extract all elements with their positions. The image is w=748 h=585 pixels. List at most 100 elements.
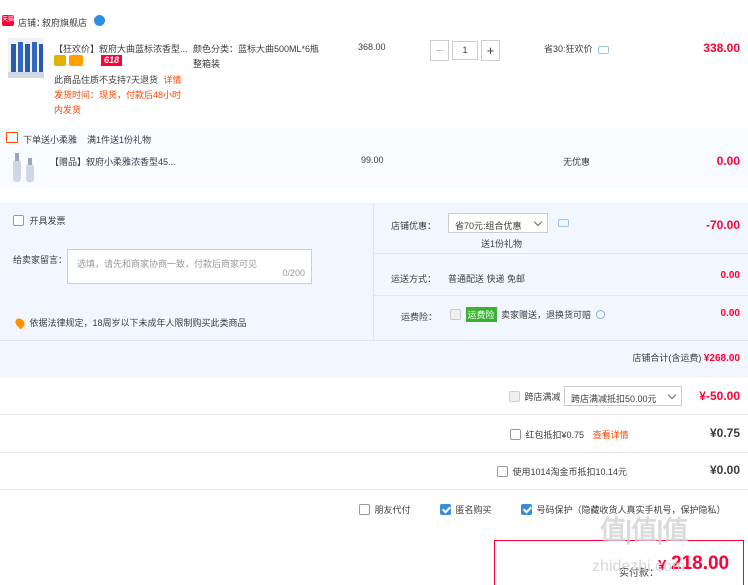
invoice-option[interactable]: 开具发票	[13, 214, 66, 227]
sku-label: 颜色分类：	[193, 44, 239, 54]
red-packet-amount: ¥0.75	[709, 426, 740, 440]
sku-value-line2: 整箱装	[193, 59, 221, 69]
anonymous-label: 匿名购买	[455, 505, 492, 515]
gift-tag: 【赠品】	[50, 157, 87, 167]
panel-divider-vertical	[373, 203, 374, 340]
gift-price: 99.00	[361, 155, 384, 165]
discount-sub: 送1份礼物	[481, 239, 523, 249]
panel-divider-h3	[0, 340, 748, 341]
message-label: 给卖家留言：	[13, 255, 68, 265]
gift-name-line[interactable]: 【赠品】叙府小柔雅浓香型45...	[50, 155, 176, 168]
gift-title: 下单送小柔雅	[23, 135, 78, 145]
insurance-badge: 运费险	[465, 307, 497, 322]
insurance-info-icon[interactable]	[595, 310, 605, 319]
insurance-text: 卖家赠送，退换货可赔	[501, 310, 592, 320]
badge-618: 618	[101, 55, 123, 66]
qty-minus-button[interactable]: −	[430, 40, 449, 61]
discount-select[interactable]: 省70元:组合优惠	[448, 213, 548, 233]
friend-pay-option: 朋友代付	[359, 503, 411, 516]
cross-store-amount: ¥-50.00	[699, 389, 740, 403]
discount-label: 店铺优惠：	[391, 221, 437, 231]
insurance-label: 运费险：	[401, 312, 438, 322]
panel-divider-h2	[374, 295, 748, 296]
panel-divider-h1	[374, 253, 748, 254]
shop-total-amount: ¥268.00	[703, 353, 740, 364]
product-image[interactable]	[8, 38, 44, 78]
insurance-checkbox[interactable]	[450, 309, 461, 320]
invoice-label: 开具发票	[29, 216, 66, 226]
divider	[0, 414, 748, 415]
number-protect-checkbox[interactable]	[521, 504, 532, 515]
shipping-value: 普通配送 快递 免邮	[448, 274, 526, 284]
qty-plus-button[interactable]: +	[481, 40, 500, 61]
shop-total: 店铺合计(含运费) ¥268.00	[632, 351, 740, 364]
item-notice: 此商品住质不支持7天退货 详情	[54, 73, 182, 86]
item-tag: 【狂欢价】	[54, 44, 100, 54]
gift-bottles-icon	[13, 153, 34, 182]
item-title-line[interactable]: 【狂欢价】叙府大曲蓝标浓香型...	[54, 42, 188, 55]
message-textarea[interactable]: 选填，请先和商家协商一致，付款后商家可见 0/200	[67, 249, 312, 284]
message-counter: 0/200	[282, 268, 305, 278]
watermark-url: zhidezhi.com	[592, 558, 686, 575]
gift-image[interactable]	[9, 150, 39, 186]
insurance-option: 运费险 卖家赠送，退换货可赔	[450, 307, 605, 322]
red-packet-label: 红包抵扣¥0.75	[525, 430, 585, 440]
chat-bubble-icon[interactable]	[598, 45, 610, 54]
discount-amount: -70.00	[705, 218, 740, 232]
cross-store-checkbox[interactable]	[509, 391, 520, 402]
gift-header: 下单送小柔雅 满1件送1份礼物	[0, 128, 748, 146]
red-packet-detail-link[interactable]: 查看详情	[593, 430, 629, 440]
watermark-logo: 值|值|值	[600, 515, 689, 545]
gift-icon	[6, 132, 18, 143]
red-packet-checkbox[interactable]	[510, 429, 521, 440]
friend-pay-label: 朋友代付	[374, 505, 411, 515]
shop-label: 店铺：	[18, 18, 46, 28]
location-pin-icon	[13, 316, 27, 329]
cross-store-label: 跨店满减	[524, 392, 561, 402]
discount-chat-icon[interactable]	[558, 219, 569, 227]
ship-time-line1: 发货时间：现货，付款后48小时	[54, 90, 182, 100]
notice-detail-link[interactable]: 详情	[164, 75, 182, 85]
ship-time-line2: 内发货	[54, 105, 82, 115]
item-subtotal: 338.00	[703, 41, 740, 55]
wangwang-chat-icon[interactable]	[94, 15, 105, 26]
taojinbi-label: 使用1014淘金币抵扣10.14元	[512, 467, 628, 477]
message-placeholder: 选填，请先和商家协商一致，付款后商家可见	[77, 259, 258, 269]
item-title[interactable]: 叙府大曲蓝标浓香型...	[99, 44, 188, 54]
taojinbi-checkbox[interactable]	[497, 466, 508, 477]
taojinbi-amount: ¥0.00	[709, 463, 740, 477]
anonymous-option: 匿名购买	[440, 503, 492, 516]
item-promo: 省30:狂欢价	[544, 42, 610, 55]
legal-text: 依据法律规定，18周岁以下未成年人限制购买此类商品	[29, 318, 247, 328]
chevron-down-icon	[667, 390, 677, 400]
invoice-checkbox[interactable]	[13, 215, 24, 226]
item-sku: 颜色分类：蓝标大曲500ML*6瓶 整箱装	[193, 42, 319, 72]
notice-text: 此商品住质不支持7天退货	[54, 75, 159, 85]
quantity-stepper: − 1 +	[430, 40, 500, 61]
shop-name[interactable]: 叙府旗舰店	[42, 16, 87, 29]
cross-store-select[interactable]: 跨店满减抵扣50.00元	[564, 386, 682, 406]
red-packet-option: 红包抵扣¥0.75 查看详情	[510, 428, 629, 441]
anonymous-checkbox[interactable]	[440, 504, 451, 515]
shop-total-label: 店铺合计(含运费)	[632, 353, 702, 363]
shipping-label: 运送方式：	[391, 274, 437, 284]
gift-subtotal: 0.00	[716, 154, 740, 168]
sku-value: 蓝标大曲500ML*6瓶	[238, 44, 320, 54]
discount-select-value: 省70元:组合优惠	[455, 221, 522, 231]
divider	[0, 489, 748, 490]
qty-input[interactable]: 1	[452, 41, 478, 60]
legal-notice: 依据法律规定，18周岁以下未成年人限制购买此类商品	[13, 316, 247, 329]
cross-store-select-value: 跨店满减抵扣50.00元	[571, 394, 657, 404]
gift-promo: 无优惠	[563, 157, 591, 167]
taojinbi-option: 使用1014淘金币抵扣10.14元	[497, 465, 627, 478]
insurance-amount: 0.00	[720, 308, 740, 319]
ship-time: 发货时间：现货，付款后48小时 内发货	[54, 88, 181, 118]
divider	[0, 452, 748, 453]
friend-pay-checkbox[interactable]	[359, 504, 370, 515]
bottles-icon	[8, 42, 44, 78]
chevron-down-icon	[533, 217, 543, 227]
shop-header: 天猫 店铺： 叙府旗舰店	[0, 12, 748, 30]
cross-store-option: 跨店满减	[509, 390, 561, 403]
gift-name[interactable]: 叙府小柔雅浓香型45...	[86, 157, 176, 167]
gift-rule: 满1件送1份礼物	[87, 135, 152, 145]
